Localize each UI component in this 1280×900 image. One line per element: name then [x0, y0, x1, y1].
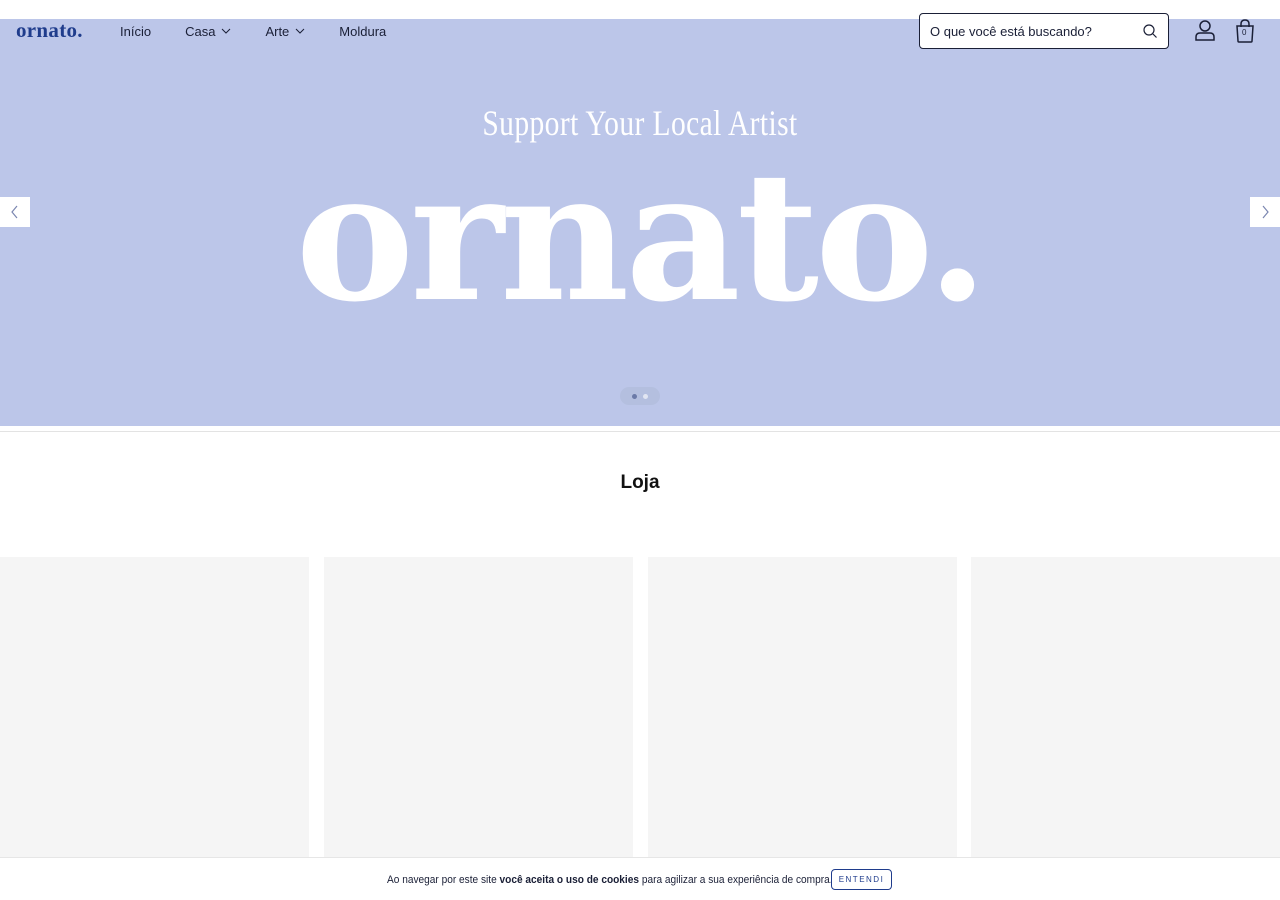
user-icon[interactable]	[1194, 19, 1216, 41]
nav-item-casa[interactable]: Casa	[185, 22, 231, 40]
site-header: ornato. Início Casa Arte Moldura 0	[0, 0, 1280, 62]
nav-item-label: Arte	[265, 23, 290, 39]
slider-dot[interactable]	[632, 393, 637, 399]
nav-item-label: Início	[120, 23, 152, 39]
cart-count: 0	[1242, 28, 1247, 37]
slider-prev-button[interactable]	[0, 197, 30, 227]
hero-banner[interactable]: Support Your Local Artist ornato.	[0, 19, 1280, 426]
cookie-bar: Ao navegar por este site você aceita o u…	[0, 857, 1280, 900]
search-icon[interactable]	[1142, 23, 1158, 39]
slider-next-button[interactable]	[1250, 197, 1280, 227]
section-divider	[0, 431, 1280, 432]
cookie-text-before: Ao navegar por este site	[387, 874, 500, 886]
product-card[interactable]	[971, 557, 1280, 857]
product-card[interactable]	[0, 557, 309, 857]
chevron-left-icon	[11, 205, 18, 219]
product-grid	[0, 557, 1280, 857]
chevron-down-icon	[222, 28, 231, 34]
chevron-down-icon	[295, 28, 305, 34]
cookie-message: Ao navegar por este site você aceita o u…	[387, 874, 833, 886]
nav-item-arte[interactable]: Arte	[265, 22, 305, 40]
nav-item-label: Moldura	[339, 23, 387, 39]
nav-item-moldura[interactable]: Moldura	[339, 22, 386, 40]
product-card[interactable]	[648, 557, 957, 857]
cookie-text-bold: você aceita o uso de cookies	[499, 874, 640, 886]
hero-brand: ornato.	[295, 132, 988, 341]
cookie-text-after: para agilizar a sua experiência de compr…	[639, 874, 833, 886]
slider-pagination	[620, 387, 660, 405]
cookie-accept-button[interactable]: ENTENDI	[831, 869, 892, 890]
slider-dot[interactable]	[643, 393, 648, 399]
nav-item-label: Casa	[185, 23, 216, 39]
chevron-right-icon	[1262, 205, 1269, 219]
nav-item-inicio[interactable]: Início	[120, 22, 151, 40]
search-input[interactable]	[930, 21, 1130, 41]
logo[interactable]: ornato.	[16, 18, 83, 43]
section-title: Loja	[620, 472, 660, 493]
search-box	[919, 13, 1169, 49]
product-card[interactable]	[324, 557, 633, 857]
main-nav: Início Casa Arte Moldura	[120, 22, 420, 40]
